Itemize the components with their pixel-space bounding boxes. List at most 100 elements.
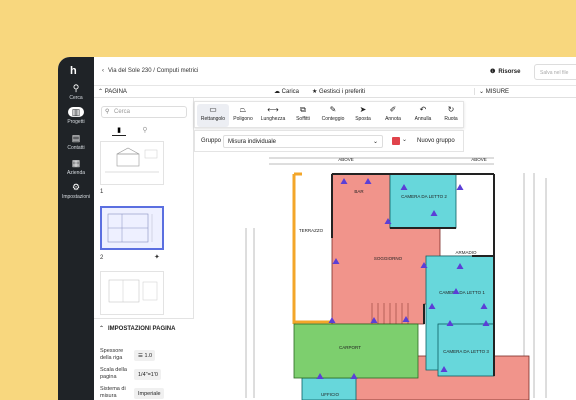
top-bar: ‹ Via del Sole 230 / Computi metrici ❶ Ris… [94, 57, 576, 86]
tool-label: Lunghezza [260, 116, 286, 122]
page-thumbnail-drawing [108, 279, 158, 303]
back-chevron-icon[interactable]: ‹ [102, 68, 104, 74]
app-window: h ⚲ Cerca ▥ Progetti ▤ Contatti ▦ Aziend… [58, 57, 576, 400]
label-bedroom2: CAMERA DA LETTO 2 [401, 194, 447, 199]
color-chevron-icon[interactable]: ⌄ [402, 136, 407, 143]
tool-move[interactable]: ➤ Sposta [347, 104, 379, 127]
tab-pinned[interactable]: ⚲ [138, 126, 152, 136]
contacts-icon: ▤ [71, 133, 81, 143]
tool-label: Rettangolo [200, 116, 226, 122]
chevron-up-icon: ⌃ [98, 89, 105, 95]
tool-annotate[interactable]: ✐ Annota [377, 104, 409, 127]
page-thumbnail-selected[interactable] [100, 206, 164, 250]
label-carport: CARPORT [339, 345, 361, 350]
tool-rectangle[interactable]: ▭ Rettangolo [197, 104, 229, 127]
group-select-value: Misura individuale [228, 139, 277, 145]
tool-rotate[interactable]: ↻ Ruota [435, 104, 467, 127]
pages-tabs: ▮ ⚲ [94, 126, 194, 138]
save-to-file-button[interactable]: Salva nel file [534, 64, 576, 80]
breadcrumb-text[interactable]: Via del Sole 230 / Computi metrici [108, 68, 198, 74]
tab-pages[interactable]: ▮ [112, 126, 126, 136]
label-above-2: ABOVE [471, 157, 487, 162]
rail-label-company: Azienda [66, 170, 86, 176]
count-icon: ✎ [329, 105, 337, 114]
pin-icon[interactable]: ✦ [154, 253, 160, 261]
star-icon: ★ [312, 89, 320, 95]
tool-label: Annota [385, 116, 401, 122]
page-thumbnail[interactable] [100, 141, 164, 185]
upload-label: Carica [281, 89, 300, 95]
page-number: 2 [100, 255, 104, 261]
nav-rail: h ⚲ Cerca ▥ Progetti ▤ Contatti ▦ Aziend… [58, 57, 94, 400]
tool-label: Poligono [233, 116, 253, 122]
group-label: Gruppo [201, 138, 222, 144]
page-thumbnail[interactable] [100, 271, 164, 315]
group-color-swatch[interactable] [392, 137, 400, 145]
tool-label: Ruota [444, 116, 458, 122]
tool-count[interactable]: ✎ Conteggio [317, 104, 349, 127]
pin-icon: ⚲ [142, 127, 148, 134]
resources-button[interactable]: ❶ Risorse [490, 68, 520, 75]
label-above-1: ABOVE [338, 157, 354, 162]
app-logo: h [70, 65, 77, 77]
breadcrumb: ‹ Via del Sole 230 / Computi metrici [102, 68, 198, 74]
label-living: SOGGIORNO [374, 256, 403, 261]
rail-item-search[interactable]: ⚲ Cerca [58, 83, 94, 101]
page-section-toggle[interactable]: ⌃ PAGINA [98, 88, 127, 95]
tool-polygon[interactable]: ⏢ Poligono [227, 104, 259, 127]
page-number: 1 [100, 189, 104, 195]
page-thumbnail-drawing [105, 147, 159, 173]
line-thickness-field[interactable]: ☰ 1.0 [134, 350, 156, 361]
page-settings-section: ⌃ IMPOSTAZIONI PAGINA Spessore della rig… [94, 318, 194, 400]
search-icon: ⚲ [72, 83, 80, 93]
file-icon: ▮ [117, 127, 121, 134]
rail-label-search: Cerca [69, 95, 83, 101]
annotate-icon: ✐ [389, 105, 397, 114]
measures-label: MISURE [485, 89, 510, 95]
rail-label-settings: Impostazioni [61, 194, 91, 200]
measure-system-field[interactable]: Imperiale [134, 388, 164, 399]
group-select[interactable]: Misura individuale ⌄ [223, 135, 383, 148]
tool-ceiling[interactable]: ⧉ Soffitti [287, 104, 319, 127]
measures-section-toggle[interactable]: ⌄ MISURE [474, 88, 509, 95]
rotate-icon: ↻ [447, 105, 455, 114]
upload-button[interactable]: ☁ Carica [274, 88, 299, 95]
tool-length[interactable]: ⟷ Lunghezza [257, 104, 289, 127]
rail-item-contacts[interactable]: ▤ Contatti [58, 133, 94, 151]
tool-label: Soffitti [296, 116, 310, 122]
search-input[interactable]: ⚲ Cerca [101, 106, 187, 118]
info-icon: ❶ [490, 69, 496, 75]
rail-item-projects[interactable]: ▥ Progetti [58, 107, 94, 125]
projects-icon: ▥ [68, 107, 84, 117]
cloud-upload-icon: ☁ [274, 89, 282, 95]
chevron-up-icon[interactable]: ⌃ [99, 325, 104, 332]
group-bar: Gruppo Misura individuale ⌄ ⌄ Nuovo grupp… [194, 130, 464, 152]
ceiling-icon: ⧉ [300, 105, 306, 114]
page-section-label: PAGINA [104, 89, 127, 95]
manage-favorites-label: Gestisci i preferiti [319, 89, 366, 95]
manage-favorites-button[interactable]: ★ Gestisci i preferiti [312, 88, 365, 95]
rail-item-settings[interactable]: ⚙ Impostazioni [58, 182, 94, 200]
rail-item-company[interactable]: ▦ Azienda [58, 158, 94, 176]
company-icon: ▦ [71, 158, 81, 168]
rail-label-projects: Progetti [67, 119, 85, 125]
search-placeholder: Cerca [114, 109, 131, 115]
section-bar: ⌃ PAGINA ☁ Carica ★ Gestisci i preferiti… [94, 86, 576, 98]
pages-panel: ⚲ Cerca ▮ ⚲ 1 2 ✦ ⌃ IMPOSTAZIONI PAGINA … [94, 98, 194, 400]
line-thickness-label: Spessore della riga [100, 348, 124, 361]
rectangle-icon: ▭ [209, 105, 217, 114]
page-settings-title: IMPOSTAZIONI PAGINA [108, 326, 176, 332]
new-group-button[interactable]: Nuovo gruppo [417, 138, 455, 144]
label-closet: ARMADIO [455, 250, 477, 255]
label-bedroom3: CAMERA DA LETTO 3 [443, 349, 489, 354]
search-icon: ⚲ [105, 109, 110, 115]
page-thumbnail-drawing [107, 213, 153, 243]
carport-area [293, 323, 419, 379]
tool-label: Conteggio [321, 116, 345, 122]
resources-label: Risorse [498, 69, 521, 75]
length-icon: ⟷ [267, 105, 279, 114]
line-thickness-value: 1.0 [144, 353, 153, 359]
label-bar: BAR [354, 189, 364, 194]
page-scale-field[interactable]: 1/4"=1'0 [134, 369, 161, 380]
label-office: UFFICIO [321, 392, 339, 397]
